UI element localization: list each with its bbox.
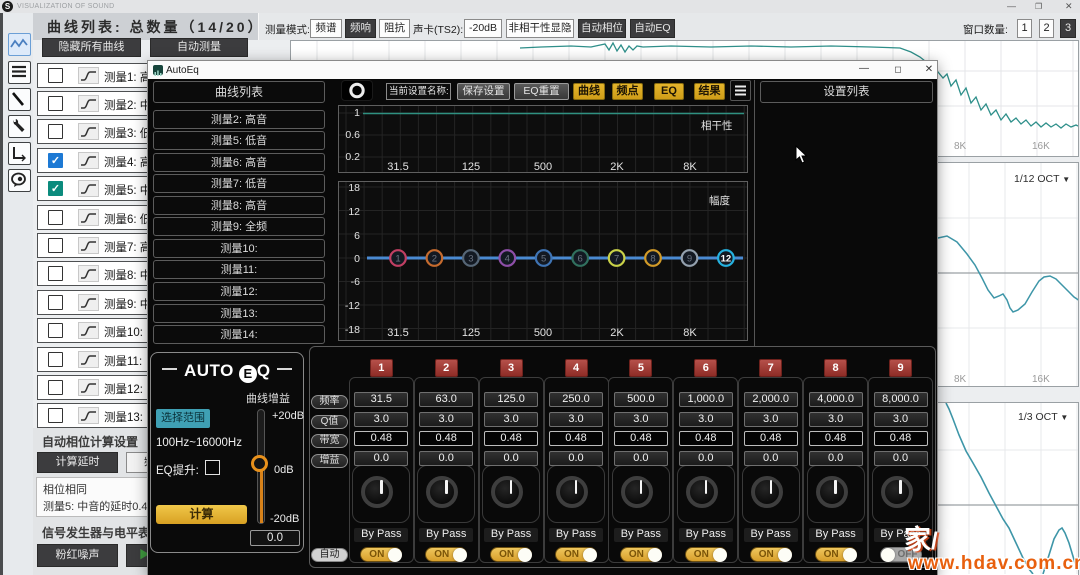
svg-text:3: 3 [468, 254, 473, 265]
svg-text:6: 6 [578, 254, 583, 265]
svg-text:7: 7 [614, 254, 619, 265]
svg-text:1: 1 [395, 254, 400, 265]
svg-text:4: 4 [505, 254, 510, 265]
svg-text:2: 2 [432, 254, 437, 265]
svg-text:12: 12 [721, 254, 732, 265]
svg-text:9: 9 [687, 254, 692, 265]
svg-text:8: 8 [650, 254, 655, 265]
svg-text:5: 5 [541, 254, 546, 265]
